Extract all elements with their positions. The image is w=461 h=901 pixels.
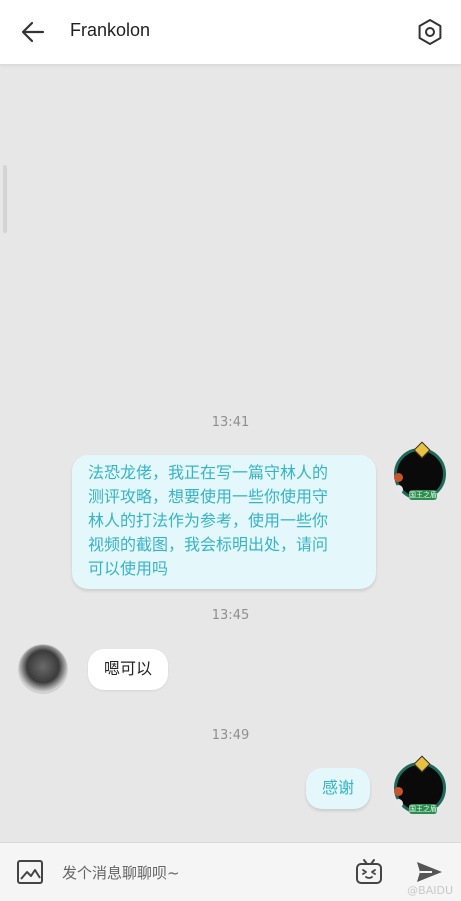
timestamp: 13:41 — [211, 415, 250, 430]
message-composer: @BAIDU — [0, 842, 461, 901]
message-line: 可以使用吗 — [88, 559, 169, 578]
message-bubble-sent[interactable]: 感谢 — [306, 768, 371, 809]
message-line: 林人的打法作为参考，使用一些你 — [88, 511, 329, 530]
message-line: 法恐龙佬，我正在写一篇守林人的 — [88, 463, 329, 482]
message-input[interactable] — [60, 857, 344, 889]
timestamp: 13:45 — [211, 608, 250, 623]
watermark: @BAIDU — [407, 884, 453, 897]
avatar-badge: 国王之盾 — [409, 490, 437, 500]
send-icon[interactable] — [414, 858, 444, 886]
avatar-decoration — [394, 787, 403, 796]
my-avatar[interactable]: 国王之盾 — [394, 441, 446, 500]
rank-gem-icon — [413, 441, 431, 459]
avatar-badge: 国王之盾 — [409, 804, 437, 814]
avatar-decoration — [394, 799, 403, 808]
my-avatar[interactable]: 国王之盾 — [394, 755, 446, 814]
top-app-bar: Frankolon — [0, 0, 461, 65]
rank-gem-icon — [413, 755, 431, 773]
timestamp: 13:49 — [211, 728, 250, 743]
message-bubble-received[interactable]: 嗯可以 — [88, 649, 169, 690]
arrow-left-icon[interactable] — [18, 18, 48, 46]
settings-icon[interactable] — [415, 17, 445, 47]
chat-title: Frankolon — [70, 20, 151, 40]
message-line: 测评攻略，想要使用一些你使用守 — [88, 487, 329, 506]
avatar-decoration — [394, 473, 403, 482]
emoji-tv-icon[interactable] — [354, 858, 384, 886]
message-line: 视频的截图，我会标明出处，请问 — [88, 535, 329, 554]
avatar-decoration — [394, 485, 403, 494]
scroll-indicator[interactable] — [3, 165, 7, 233]
contact-avatar[interactable] — [18, 644, 68, 694]
message-bubble-sent[interactable]: 法恐龙佬，我正在写一篇守林人的 测评攻略，想要使用一些你使用守 林人的打法作为参… — [72, 455, 376, 589]
image-icon[interactable] — [15, 858, 45, 886]
